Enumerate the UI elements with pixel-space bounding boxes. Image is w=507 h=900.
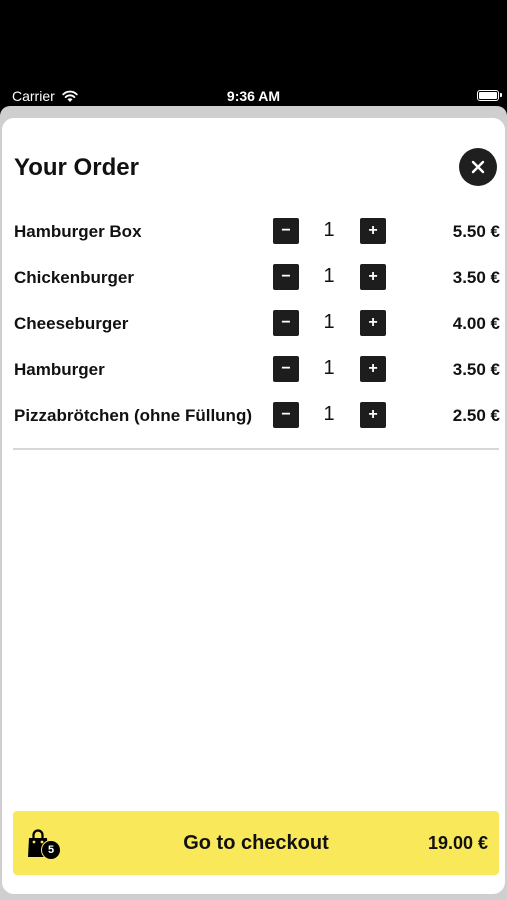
order-item-row: Pizzabrötchen (ohne Füllung) − 1 + 2.50 …: [14, 400, 500, 432]
minus-icon: −: [281, 268, 291, 285]
increase-quantity-button[interactable]: +: [360, 218, 386, 244]
checkout-label: Go to checkout: [183, 832, 329, 854]
item-name: Hamburger: [14, 360, 105, 379]
plus-icon: +: [368, 222, 378, 239]
plus-icon: +: [368, 406, 378, 423]
item-name: Hamburger Box: [14, 222, 142, 241]
item-quantity: 1: [323, 219, 335, 241]
order-item-row: Cheeseburger − 1 + 4.00 €: [14, 308, 500, 340]
decrease-quantity-button[interactable]: −: [273, 310, 299, 336]
decrease-quantity-button[interactable]: −: [273, 356, 299, 382]
increase-quantity-button[interactable]: +: [360, 310, 386, 336]
clock: 9:36 AM: [226, 88, 281, 104]
decrease-quantity-button[interactable]: −: [273, 402, 299, 428]
item-quantity: 1: [323, 357, 335, 379]
item-quantity: 1: [323, 265, 335, 287]
order-item-row: Chickenburger − 1 + 3.50 €: [14, 262, 500, 294]
increase-quantity-button[interactable]: +: [360, 402, 386, 428]
plus-icon: +: [368, 268, 378, 285]
minus-icon: −: [281, 406, 291, 423]
item-name: Chickenburger: [14, 268, 134, 287]
battery-icon: [477, 90, 502, 101]
order-total: 19.00 €: [427, 833, 488, 853]
decrease-quantity-button[interactable]: −: [273, 264, 299, 290]
item-price: 4.00 €: [452, 314, 500, 333]
item-quantity: 1: [323, 403, 335, 425]
order-item-row: Hamburger − 1 + 3.50 €: [14, 354, 500, 386]
page-title: Your Order: [14, 154, 139, 181]
plus-icon: +: [368, 314, 378, 331]
checkout-button[interactable]: 5 Go to checkout 19.00 €: [13, 811, 499, 875]
divider: [13, 448, 499, 450]
order-sheet: Your Order Hamburger Box − 1 + 5.50 € Ch…: [2, 118, 505, 894]
order-item-row: Hamburger Box − 1 + 5.50 €: [14, 216, 500, 248]
item-price: 5.50 €: [452, 222, 500, 241]
item-quantity: 1: [323, 311, 335, 333]
item-price: 3.50 €: [452, 268, 500, 287]
minus-icon: −: [281, 314, 291, 331]
close-button[interactable]: [459, 148, 497, 186]
minus-icon: −: [281, 222, 291, 239]
item-name: Cheeseburger: [14, 314, 129, 333]
minus-icon: −: [281, 360, 291, 377]
plus-icon: +: [368, 360, 378, 377]
increase-quantity-button[interactable]: +: [360, 264, 386, 290]
item-price: 3.50 €: [452, 360, 500, 379]
decrease-quantity-button[interactable]: −: [273, 218, 299, 244]
increase-quantity-button[interactable]: +: [360, 356, 386, 382]
item-name: Pizzabrötchen (ohne Füllung): [14, 406, 252, 425]
close-icon: [471, 160, 485, 174]
item-price: 2.50 €: [452, 406, 500, 425]
